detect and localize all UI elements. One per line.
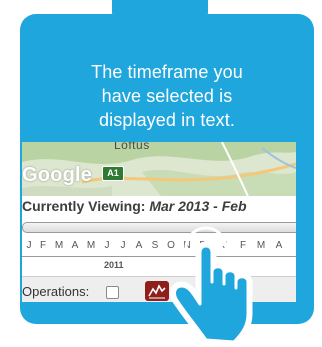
message-line: displayed in text.	[99, 110, 235, 130]
operations-checkbox[interactable]	[106, 286, 119, 299]
message-line: have selected is	[101, 86, 233, 106]
google-logo: Google	[22, 164, 93, 186]
month-tick: F	[39, 240, 47, 251]
month-tick: A	[71, 240, 79, 251]
tutorial-callout: The timeframe you have selected is displ…	[0, 0, 322, 347]
map-place-label: Loftus	[114, 142, 150, 152]
road-shield: A1	[102, 166, 124, 181]
operations-label: Operations:	[22, 284, 90, 299]
month-tick: S	[151, 240, 159, 251]
month-tick: M	[54, 240, 64, 251]
month-tick: M	[86, 240, 96, 251]
year-label: 2011	[104, 260, 124, 270]
month-tick: J	[120, 240, 126, 251]
currently-viewing-text: Currently Viewing: Mar 2013 - Feb	[22, 198, 247, 214]
message-line: The timeframe you	[91, 62, 243, 82]
pointing-hand-icon	[170, 226, 253, 347]
month-tick: J	[104, 240, 110, 251]
month-tick: J	[26, 240, 32, 251]
month-tick: A	[135, 240, 143, 251]
viewing-range: Mar 2013 - Feb	[149, 198, 247, 214]
callout-message: The timeframe you have selected is displ…	[20, 60, 314, 132]
viewing-label: Currently Viewing:	[22, 198, 146, 214]
